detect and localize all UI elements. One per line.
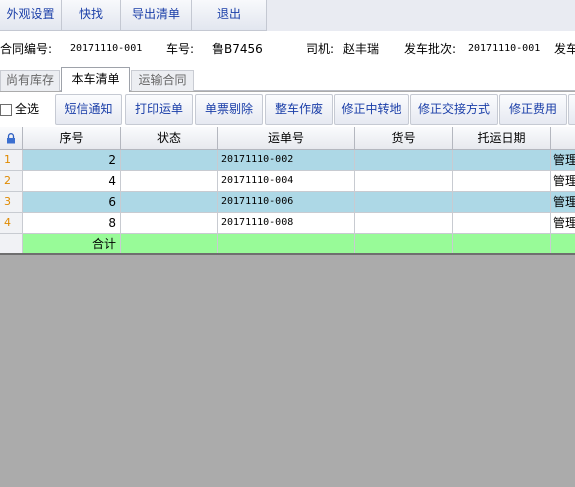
grid-bottom-border <box>0 253 575 255</box>
car-number-value: 鲁B7456 <box>212 42 263 56</box>
header-status[interactable]: 状态 <box>121 127 218 150</box>
contract-number-value: 20171110-001 <box>70 43 143 54</box>
driver-label: 司机: <box>306 42 335 56</box>
quick-find-button[interactable]: 快找 <box>62 0 121 31</box>
cell-ship-date <box>453 171 551 192</box>
cell-seq: 2 <box>23 150 121 171</box>
header-seq[interactable]: 序号 <box>23 127 121 150</box>
cell-ship-date <box>453 213 551 234</box>
contract-number-label: 合同编号: <box>0 42 53 56</box>
vehicle-list-grid: 序号 状态 运单号 货号 托运日期 1 2 20171110-002 管理 2 … <box>0 127 575 255</box>
fix-handover-method-button[interactable]: 修正交接方式 <box>410 94 498 125</box>
sms-notify-button[interactable]: 短信通知 <box>55 94 122 125</box>
batch-label: 发车批次: <box>404 42 457 56</box>
cell-status <box>121 171 218 192</box>
print-waybill-button[interactable]: 打印运单 <box>125 94 193 125</box>
void-vehicle-button[interactable]: 整车作废 <box>265 94 333 125</box>
cell-status <box>121 213 218 234</box>
table-row[interactable]: 2 4 20171110-004 管理 <box>0 171 575 192</box>
table-row[interactable]: 3 6 20171110-006 管理 <box>0 192 575 213</box>
cell-ship-date <box>453 150 551 171</box>
table-row[interactable]: 1 2 20171110-002 管理 <box>0 150 575 171</box>
car-number-label: 车号: <box>166 42 195 56</box>
cell-goods-no <box>355 192 453 213</box>
lock-icon <box>7 133 15 144</box>
row-number: 4 <box>0 213 23 234</box>
tab-remaining-stock[interactable]: 尚有库存 <box>0 70 60 91</box>
cell-waybill: 20171110-008 <box>218 213 355 234</box>
total-label: 合计 <box>23 234 121 255</box>
total-ship-date <box>453 234 551 255</box>
table-row[interactable]: 4 8 20171110-008 管理 <box>0 213 575 234</box>
cell-goods-no <box>355 171 453 192</box>
cell-ship-date <box>453 192 551 213</box>
cell-seq: 4 <box>23 171 121 192</box>
row-number: 3 <box>0 192 23 213</box>
total-waybill <box>218 234 355 255</box>
row-number: 2 <box>0 171 23 192</box>
select-all-checkbox[interactable] <box>0 103 12 116</box>
header-ship-date[interactable]: 托运日期 <box>453 127 551 150</box>
remove-ticket-button[interactable]: 单票剔除 <box>195 94 263 125</box>
row-number-blank <box>0 234 23 255</box>
cell-waybill: 20171110-004 <box>218 171 355 192</box>
export-list-button[interactable]: 导出清单 <box>121 0 192 31</box>
exit-button[interactable]: 退出 <box>192 0 267 31</box>
select-all-label: 全选 <box>15 102 40 116</box>
fix-transfer-point-button[interactable]: 修正中转地 <box>334 94 409 125</box>
total-extra <box>551 234 575 255</box>
cell-goods-no <box>355 213 453 234</box>
header-goods-no[interactable]: 货号 <box>355 127 453 150</box>
batch-value: 20171110-001 <box>468 43 541 54</box>
overflow-button-edge[interactable] <box>568 94 575 125</box>
cell-status <box>121 150 218 171</box>
cell-extra: 管理 <box>551 150 575 171</box>
row-number: 1 <box>0 150 23 171</box>
header-extra[interactable] <box>551 127 575 150</box>
cell-seq: 6 <box>23 192 121 213</box>
select-all-toggle[interactable]: 全选 <box>0 102 39 117</box>
total-row: 合计 <box>0 234 575 255</box>
fix-fees-button[interactable]: 修正费用 <box>499 94 567 125</box>
tab-strip: 尚有库存 本车清单 运输合同 <box>0 66 575 92</box>
header-waybill[interactable]: 运单号 <box>218 127 355 150</box>
driver-value: 赵丰瑞 <box>343 42 380 56</box>
cell-status <box>121 192 218 213</box>
action-bar: 全选 短信通知 打印运单 单票剔除 整车作废 修正中转地 修正交接方式 修正费用 <box>0 92 575 127</box>
appearance-settings-button[interactable]: 外观设置 <box>0 0 62 31</box>
trailing-label: 发车 <box>554 42 575 56</box>
total-status <box>121 234 218 255</box>
cell-waybill: 20171110-006 <box>218 192 355 213</box>
lock-column-header[interactable] <box>0 127 23 150</box>
top-toolbar: 外观设置 快找 导出清单 退出 <box>0 0 575 31</box>
shipment-info-bar: 合同编号: 20171110-001 车号: 鲁B7456 司机: 赵丰瑞 发车… <box>0 31 575 66</box>
tab-vehicle-list[interactable]: 本车清单 <box>61 67 130 92</box>
total-goods-no <box>355 234 453 255</box>
cell-waybill: 20171110-002 <box>218 150 355 171</box>
cell-extra: 管理 <box>551 192 575 213</box>
cell-extra: 管理 <box>551 171 575 192</box>
cell-goods-no <box>355 150 453 171</box>
cell-seq: 8 <box>23 213 121 234</box>
tab-transport-contract[interactable]: 运输合同 <box>131 70 194 91</box>
cell-extra: 管理 <box>551 213 575 234</box>
